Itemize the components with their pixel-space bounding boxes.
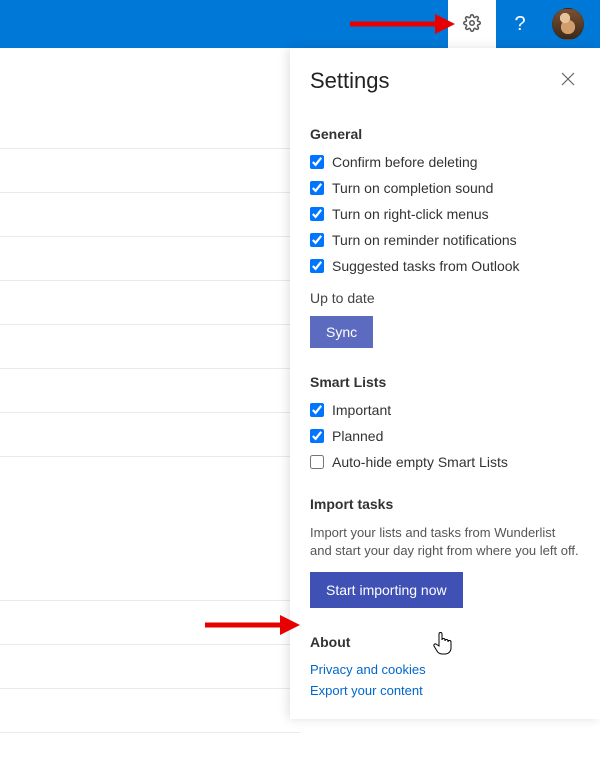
option-label: Suggested tasks from Outlook: [332, 258, 520, 274]
panel-title: Settings: [310, 68, 390, 94]
option-auto-hide-empty[interactable]: Auto-hide empty Smart Lists: [310, 454, 580, 470]
panel-header: Settings: [310, 68, 580, 94]
option-planned[interactable]: Planned: [310, 428, 580, 444]
option-label: Turn on reminder notifications: [332, 232, 517, 248]
option-label: Turn on completion sound: [332, 180, 493, 196]
link-privacy-cookies[interactable]: Privacy and cookies: [310, 662, 580, 677]
checkbox[interactable]: [310, 155, 324, 169]
sync-button[interactable]: Sync: [310, 316, 373, 348]
help-button[interactable]: ?: [496, 0, 544, 48]
option-right-click-menus[interactable]: Turn on right-click menus: [310, 206, 580, 222]
section-title-about: About: [310, 634, 580, 650]
section-title-import: Import tasks: [310, 496, 580, 512]
section-smart-lists: Smart Lists Important Planned Auto-hide …: [310, 374, 580, 470]
annotation-arrow-import: [205, 611, 300, 639]
checkbox[interactable]: [310, 181, 324, 195]
header-bar: ?: [0, 0, 600, 48]
section-about: About Privacy and cookies Export your co…: [310, 634, 580, 698]
option-label: Confirm before deleting: [332, 154, 478, 170]
user-menu-button[interactable]: [544, 0, 592, 48]
checkbox[interactable]: [310, 233, 324, 247]
checkbox[interactable]: [310, 429, 324, 443]
settings-panel: Settings General Confirm before deleting…: [290, 48, 600, 719]
option-reminder-notifications[interactable]: Turn on reminder notifications: [310, 232, 580, 248]
gear-icon: [463, 14, 481, 35]
close-icon: [560, 74, 576, 90]
avatar: [552, 8, 584, 40]
section-general: General Confirm before deleting Turn on …: [310, 126, 580, 348]
section-title-smart-lists: Smart Lists: [310, 374, 580, 390]
section-title-general: General: [310, 126, 580, 142]
start-importing-button[interactable]: Start importing now: [310, 572, 463, 608]
sync-status: Up to date: [310, 290, 580, 306]
section-import-tasks: Import tasks Import your lists and tasks…: [310, 496, 580, 608]
option-label: Planned: [332, 428, 383, 444]
option-important[interactable]: Important: [310, 402, 580, 418]
checkbox[interactable]: [310, 455, 324, 469]
option-confirm-before-deleting[interactable]: Confirm before deleting: [310, 154, 580, 170]
option-label: Important: [332, 402, 391, 418]
checkbox[interactable]: [310, 259, 324, 273]
option-suggested-tasks-outlook[interactable]: Suggested tasks from Outlook: [310, 258, 580, 274]
checkbox[interactable]: [310, 207, 324, 221]
close-button[interactable]: [560, 71, 580, 91]
option-label: Turn on right-click menus: [332, 206, 489, 222]
option-label: Auto-hide empty Smart Lists: [332, 454, 508, 470]
link-export-content[interactable]: Export your content: [310, 683, 580, 698]
import-description: Import your lists and tasks from Wunderl…: [310, 524, 580, 560]
settings-gear-button[interactable]: [448, 0, 496, 48]
option-completion-sound[interactable]: Turn on completion sound: [310, 180, 580, 196]
help-icon: ?: [514, 13, 525, 36]
background-list: [0, 48, 300, 719]
checkbox[interactable]: [310, 403, 324, 417]
